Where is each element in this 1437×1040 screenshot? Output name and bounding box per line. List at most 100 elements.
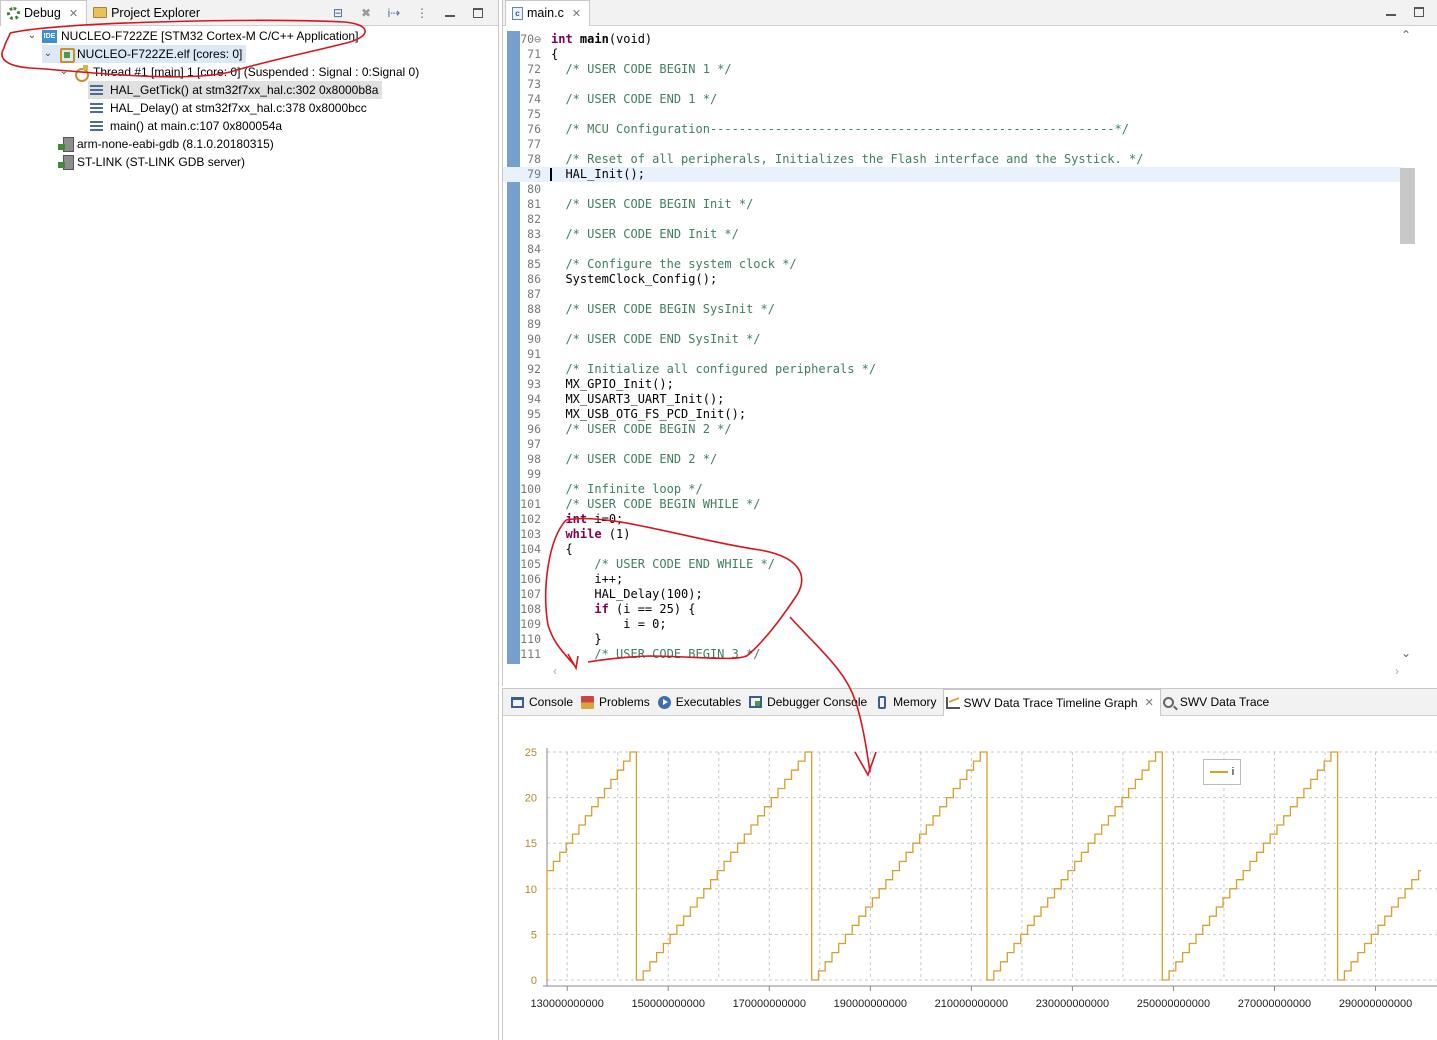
code-line[interactable]: 94 MX_USART3_UART_Init(); (503, 392, 1403, 407)
tab-console[interactable]: Console (509, 689, 579, 716)
code-line[interactable]: 107 HAL_Delay(100); (503, 587, 1403, 602)
chevron-right-icon[interactable]: › (1395, 664, 1399, 678)
line-number: 71 (527, 47, 541, 61)
code-line[interactable]: 109 i = 0; (503, 617, 1403, 632)
code-line[interactable]: 90 /* USER CODE END SysInit */ (503, 332, 1403, 347)
swv-timeline-chart[interactable]: 0 5 10 15 20 25 130000000000 150000000000 170000… (503, 717, 1437, 1040)
code-line[interactable]: 70⊖ int main(void) (503, 32, 1403, 47)
line-number: 88 (527, 302, 541, 316)
code-area[interactable]: 70⊖ int main(void) 71 {72 /* USER CODE BEGI… (503, 27, 1437, 664)
code-line[interactable]: 87 (503, 287, 1403, 302)
tab-problems[interactable]: Problems (579, 689, 656, 716)
close-icon[interactable]: ✕ (1145, 696, 1154, 709)
tab-swv-data-trace[interactable]: SWV Data Trace (1161, 689, 1275, 716)
code-text: i = 0; (551, 617, 666, 632)
code-line[interactable]: 104 { (503, 542, 1403, 557)
close-icon[interactable]: ✕ (572, 7, 581, 20)
code-line[interactable]: 79 HAL_Init(); (503, 167, 1403, 182)
horizontal-scrollbar[interactable]: ‹ › (553, 664, 1399, 680)
code-line[interactable]: 105 /* USER CODE END WHILE */ (503, 557, 1403, 572)
tab-debugger-console-label: Debugger Console (767, 695, 868, 709)
chart-svg: 0 5 10 15 20 25 130000000000 150000000000 170000… (525, 747, 1437, 1010)
code-comment: /* USER CODE END 1 */ (565, 92, 718, 106)
chevron-down-icon[interactable]: ⌄ (58, 63, 70, 81)
chevron-down-icon[interactable]: ⌄ (26, 27, 38, 45)
code-token: HAL_Init(); (551, 167, 645, 181)
code-line[interactable]: 82 (503, 212, 1403, 227)
code-keyword: int (551, 32, 573, 46)
scrollbar-thumb[interactable] (1400, 168, 1415, 244)
maximize-icon[interactable] (1411, 4, 1427, 20)
code-line[interactable]: 96 /* USER CODE BEGIN 2 */ (503, 422, 1403, 437)
tab-debugger-console[interactable]: Debugger Console (747, 689, 873, 716)
code-line[interactable]: 103 while (1) (503, 527, 1403, 542)
code-line[interactable]: 84 (503, 242, 1403, 257)
tree-item-stlink[interactable]: ST-LINK (ST-LINK GDB server) (58, 153, 245, 171)
chevron-down-icon[interactable]: ⌄ (42, 45, 54, 63)
code-line[interactable]: 99 (503, 467, 1403, 482)
tab-swv-timeline-graph[interactable]: SWV Data Trace Timeline Graph ✕ (942, 688, 1161, 716)
tree-item-stack-frame[interactable]: HAL_GetTick() at stm32f7xx_hal.c:302 0x8… (88, 81, 383, 99)
code-line[interactable]: 77 (503, 137, 1403, 152)
code-line[interactable]: 110 } (503, 632, 1403, 647)
remove-terminated-icon[interactable]: ✖ (358, 5, 374, 21)
code-line[interactable]: 108 if (i == 25) { (503, 602, 1403, 617)
code-line[interactable]: 100 /* Infinite loop */ (503, 482, 1403, 497)
code-line[interactable]: 88 /* USER CODE BEGIN SysInit */ (503, 302, 1403, 317)
code-line[interactable]: 97 (503, 437, 1403, 452)
code-line[interactable]: 72 /* USER CODE BEGIN 1 */ (503, 62, 1403, 77)
line-number: 76 (527, 122, 541, 136)
code-line[interactable]: 83 /* USER CODE END Init */ (503, 227, 1403, 242)
code-line[interactable]: 71 { (503, 47, 1403, 62)
chevron-left-icon[interactable]: ‹ (553, 664, 557, 678)
code-line[interactable]: 95 MX_USB_OTG_FS_PCD_Init(); (503, 407, 1403, 422)
tab-project-explorer[interactable]: Project Explorer (87, 0, 208, 26)
code-line[interactable]: 81 /* USER CODE BEGIN Init */ (503, 197, 1403, 212)
code-line[interactable]: 91 (503, 347, 1403, 362)
vertical-scrollbar[interactable]: ⌃ ⌄ (1399, 28, 1415, 664)
code-line[interactable]: 92 /* Initialize all configured peripher… (503, 362, 1403, 377)
tab-main-c[interactable]: c main.c ✕ (505, 0, 591, 26)
chevron-up-icon[interactable]: ⌃ (1401, 28, 1411, 42)
x-tick-label: 150000000000 (632, 998, 705, 1010)
tree-item-launch[interactable]: ⌄ IDE NUCLEO-F722ZE [STM32 Cortex-M C/C+… (26, 27, 359, 45)
code-line[interactable]: 98 /* USER CODE END 2 */ (503, 452, 1403, 467)
line-number: 108 (520, 602, 541, 616)
code-line[interactable]: 101 /* USER CODE BEGIN WHILE */ (503, 497, 1403, 512)
code-line[interactable]: 76 /* MCU Configuration-----------------… (503, 122, 1403, 137)
view-menu-icon[interactable]: ⋮ (414, 5, 430, 21)
tab-memory[interactable]: Memory (873, 689, 942, 716)
tab-executables[interactable]: Executables (656, 689, 747, 716)
minimize-icon[interactable] (1383, 4, 1399, 20)
code-line[interactable]: 111 /* USER CODE BEGIN 3 */ (503, 647, 1403, 662)
code-line[interactable]: 106 i++; (503, 572, 1403, 587)
tree-item-thread[interactable]: ⌄ Thread #1 [main] 1 [core: 0] (Suspende… (58, 63, 419, 82)
chevron-down-icon[interactable]: ⌄ (1401, 646, 1411, 660)
tree-item-stack-frame[interactable]: HAL_Delay() at stm32f7xx_hal.c:378 0x800… (88, 99, 367, 117)
code-line[interactable]: 80 (503, 182, 1403, 197)
tree-item-label: arm-none-eabi-gdb (8.1.0.20180315) (77, 137, 274, 151)
x-tick-label: 190000000000 (834, 998, 907, 1010)
code-line[interactable]: 102 int i=0; (503, 512, 1403, 527)
step-filters-icon[interactable]: i⇢ (386, 5, 402, 21)
tree-item-label: NUCLEO-F722ZE [STM32 Cortex-M C/C++ Appl… (61, 29, 359, 43)
code-line[interactable]: 86 SystemClock_Config(); (503, 272, 1403, 287)
code-line[interactable]: 73 (503, 77, 1403, 92)
tab-memory-label: Memory (893, 695, 937, 709)
tree-item-gdb[interactable]: arm-none-eabi-gdb (8.1.0.20180315) (58, 135, 274, 153)
close-icon[interactable]: ✕ (69, 7, 78, 20)
code-line[interactable]: 93 MX_GPIO_Init(); (503, 377, 1403, 392)
tree-item-stack-frame[interactable]: main() at main.c:107 0x800054a (88, 117, 282, 135)
code-line[interactable]: 85 /* Configure the system clock */ (503, 257, 1403, 272)
line-number: 73 (527, 77, 541, 91)
code-line[interactable]: 75 (503, 107, 1403, 122)
minimize-icon[interactable] (442, 5, 458, 21)
tab-debug[interactable]: Debug ✕ (0, 0, 88, 26)
code-text: while (1) (551, 527, 630, 542)
maximize-icon[interactable] (470, 5, 486, 21)
code-line[interactable]: 89 (503, 317, 1403, 332)
code-line[interactable]: 78 /* Reset of all peripherals, Initiali… (503, 152, 1403, 167)
tree-item-elf-process[interactable]: ⌄ NUCLEO-F722ZE.elf [cores: 0] (42, 45, 247, 63)
collapse-all-icon[interactable]: ⊟ (330, 5, 346, 21)
code-line[interactable]: 74 /* USER CODE END 1 */ (503, 92, 1403, 107)
